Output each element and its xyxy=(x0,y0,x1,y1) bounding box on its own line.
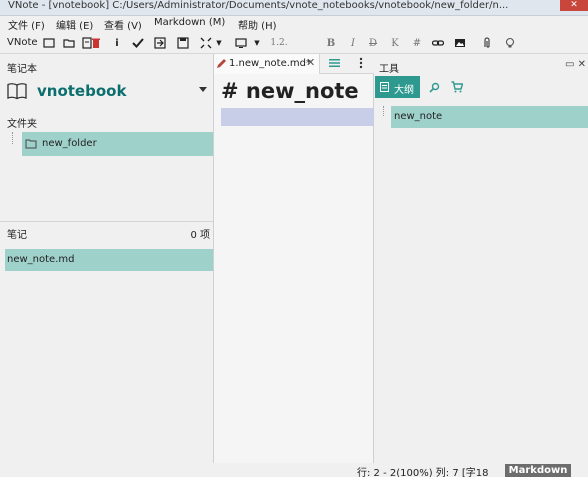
right-panel: 工具 ▭ ✕ 大纲 new_note xyxy=(375,54,588,463)
status-bar: 行: 2 - 2(100%) 列: 7 [字18 Markdown xyxy=(0,463,588,477)
menu-help[interactable]: 帮助 (H) xyxy=(238,17,277,32)
tools-header: 工具 xyxy=(379,64,399,75)
export-icon[interactable] xyxy=(153,36,167,50)
chevron-down-icon[interactable]: ▼ xyxy=(212,36,226,50)
tree-connector xyxy=(12,132,13,144)
outline-item[interactable]: new_note xyxy=(391,106,588,128)
cart-icon[interactable] xyxy=(451,81,463,93)
code-button[interactable]: K xyxy=(388,36,402,50)
chevron-down-icon[interactable]: ▼ xyxy=(250,36,264,50)
editor-mode-badge[interactable]: Markdown xyxy=(505,464,571,477)
menu-markdown[interactable]: Markdown (M) xyxy=(154,17,225,28)
note-item[interactable]: new_note.md xyxy=(5,249,213,271)
title-bar: VNote - [vnotebook] C:/Users/Administrat… xyxy=(0,0,588,16)
book-icon xyxy=(7,83,27,100)
italic-button[interactable]: I xyxy=(346,36,360,50)
menu-bar: 文件 (F) 编辑 (E) 查看 (V) Markdown (M) 帮助 (H) xyxy=(0,16,588,33)
info-icon[interactable]: i xyxy=(110,36,124,50)
chevron-down-icon[interactable] xyxy=(199,87,207,92)
monitor-icon[interactable] xyxy=(234,36,248,50)
tab-outline[interactable]: 大纲 xyxy=(375,76,420,98)
notebook-selector[interactable]: vnotebook xyxy=(7,80,211,102)
editor-tab-bar: 1.new_note.md* ✕ xyxy=(214,54,374,74)
left-panel: 笔记本 vnotebook 文件夹 new_folder 笔记 0 项 new_… xyxy=(0,54,214,463)
notebook-name: vnotebook xyxy=(37,82,127,100)
check-icon[interactable] xyxy=(131,36,145,50)
editor-tab-label: 1.new_note.md* xyxy=(229,58,312,69)
link-icon[interactable] xyxy=(431,36,445,50)
outline-item-label: new_note xyxy=(394,111,443,122)
editor-tab[interactable]: 1.new_note.md* ✕ xyxy=(214,54,320,74)
open-folder-icon[interactable] xyxy=(62,36,76,50)
strikethrough-button[interactable]: D xyxy=(366,36,380,50)
toolbar: VNote i ▼ ▼ 1.2. B I D K # xyxy=(0,33,588,53)
editor-panel: 1.new_note.md* ✕ # new_note xyxy=(214,54,374,463)
expand-icon[interactable] xyxy=(199,36,213,50)
menu-edit[interactable]: 编辑 (E) xyxy=(56,17,93,32)
current-line-highlight xyxy=(221,108,374,126)
folder-icon xyxy=(25,139,37,149)
pencil-icon xyxy=(217,59,226,68)
lightbulb-icon[interactable] xyxy=(503,36,517,50)
hash-button[interactable]: # xyxy=(410,36,424,50)
editor-heading[interactable]: # new_note xyxy=(221,79,359,103)
folder-label: new_folder xyxy=(42,138,97,149)
note-label: new_note.md xyxy=(7,254,75,265)
headings-button[interactable]: 1.2. xyxy=(270,36,288,50)
menu-view[interactable]: 查看 (V) xyxy=(104,17,142,32)
save-icon[interactable] xyxy=(176,36,190,50)
delete-icon[interactable] xyxy=(89,36,103,50)
close-icon[interactable]: ✕ xyxy=(306,56,315,69)
more-icon[interactable] xyxy=(359,57,363,69)
toolbar-app-label: VNote xyxy=(7,37,38,48)
outline-icon xyxy=(380,82,389,92)
notebook-header: 笔记本 xyxy=(7,64,37,75)
bold-button[interactable]: B xyxy=(324,36,338,50)
search-icon[interactable] xyxy=(429,82,440,93)
window-close-button[interactable]: ✕ xyxy=(560,0,588,11)
image-icon[interactable] xyxy=(453,36,467,50)
notes-count: 0 项 xyxy=(190,230,210,241)
notes-header: 笔记 xyxy=(7,230,27,241)
tree-connector xyxy=(383,106,384,116)
attachment-icon[interactable] xyxy=(480,36,494,50)
tab-outline-label: 大纲 xyxy=(394,85,414,96)
new-note-icon[interactable] xyxy=(42,36,56,50)
panel-window-icons[interactable]: ▭ ✕ xyxy=(565,59,586,70)
cursor-position: 行: 2 - 2(100%) 列: 7 [字18 xyxy=(357,468,489,477)
folders-header: 文件夹 xyxy=(7,119,37,130)
menu-file[interactable]: 文件 (F) xyxy=(8,17,45,32)
menu-icon[interactable] xyxy=(329,58,340,68)
folder-item[interactable]: new_folder xyxy=(22,132,213,156)
panel-divider[interactable] xyxy=(0,221,213,222)
window-title: VNote - [vnotebook] C:/Users/Administrat… xyxy=(8,0,509,11)
